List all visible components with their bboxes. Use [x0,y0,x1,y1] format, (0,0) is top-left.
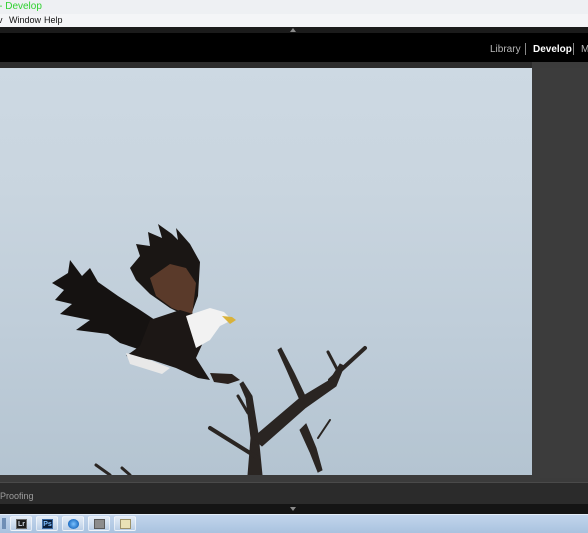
bottom-panel-toggle[interactable] [0,504,588,514]
soft-proofing-label[interactable]: Proofing [0,491,34,501]
menu-item-help[interactable]: Help [44,15,63,25]
taskbar-button-notepad[interactable] [114,516,136,531]
right-panel [540,68,588,478]
taskbar-button-photoshop[interactable]: Ps [36,516,58,531]
notepad-icon [120,519,131,529]
photo-preview[interactable] [0,68,532,475]
folder-icon [94,519,105,529]
taskbar-button-browser[interactable] [62,516,84,531]
taskbar-pin-edge [2,518,6,529]
module-map[interactable]: M [581,44,588,55]
menu-item-view[interactable]: v [0,15,3,25]
toolbar: Proofing [0,482,588,505]
lightroom-icon: Lr [16,519,27,529]
taskbar-button-lightroom[interactable]: Lr [10,516,32,531]
photoshop-icon: Ps [42,519,53,529]
module-separator [525,43,526,55]
collapse-up-icon [290,28,296,32]
window-title: m - Develop [0,1,42,12]
module-picker: Library Develop M [0,33,588,62]
menu-item-window[interactable]: Window [9,15,41,25]
menu-bar: v Window Help [0,14,588,28]
module-separator [573,43,574,55]
browser-icon [68,519,79,529]
module-library[interactable]: Library [490,44,521,55]
windows-taskbar: Lr Ps [0,514,588,533]
module-develop[interactable]: Develop [533,44,572,55]
collapse-down-icon [290,507,296,511]
eagle-photo [52,224,367,475]
taskbar-button-explorer[interactable] [88,516,110,531]
window-titlebar: m - Develop [0,0,588,15]
